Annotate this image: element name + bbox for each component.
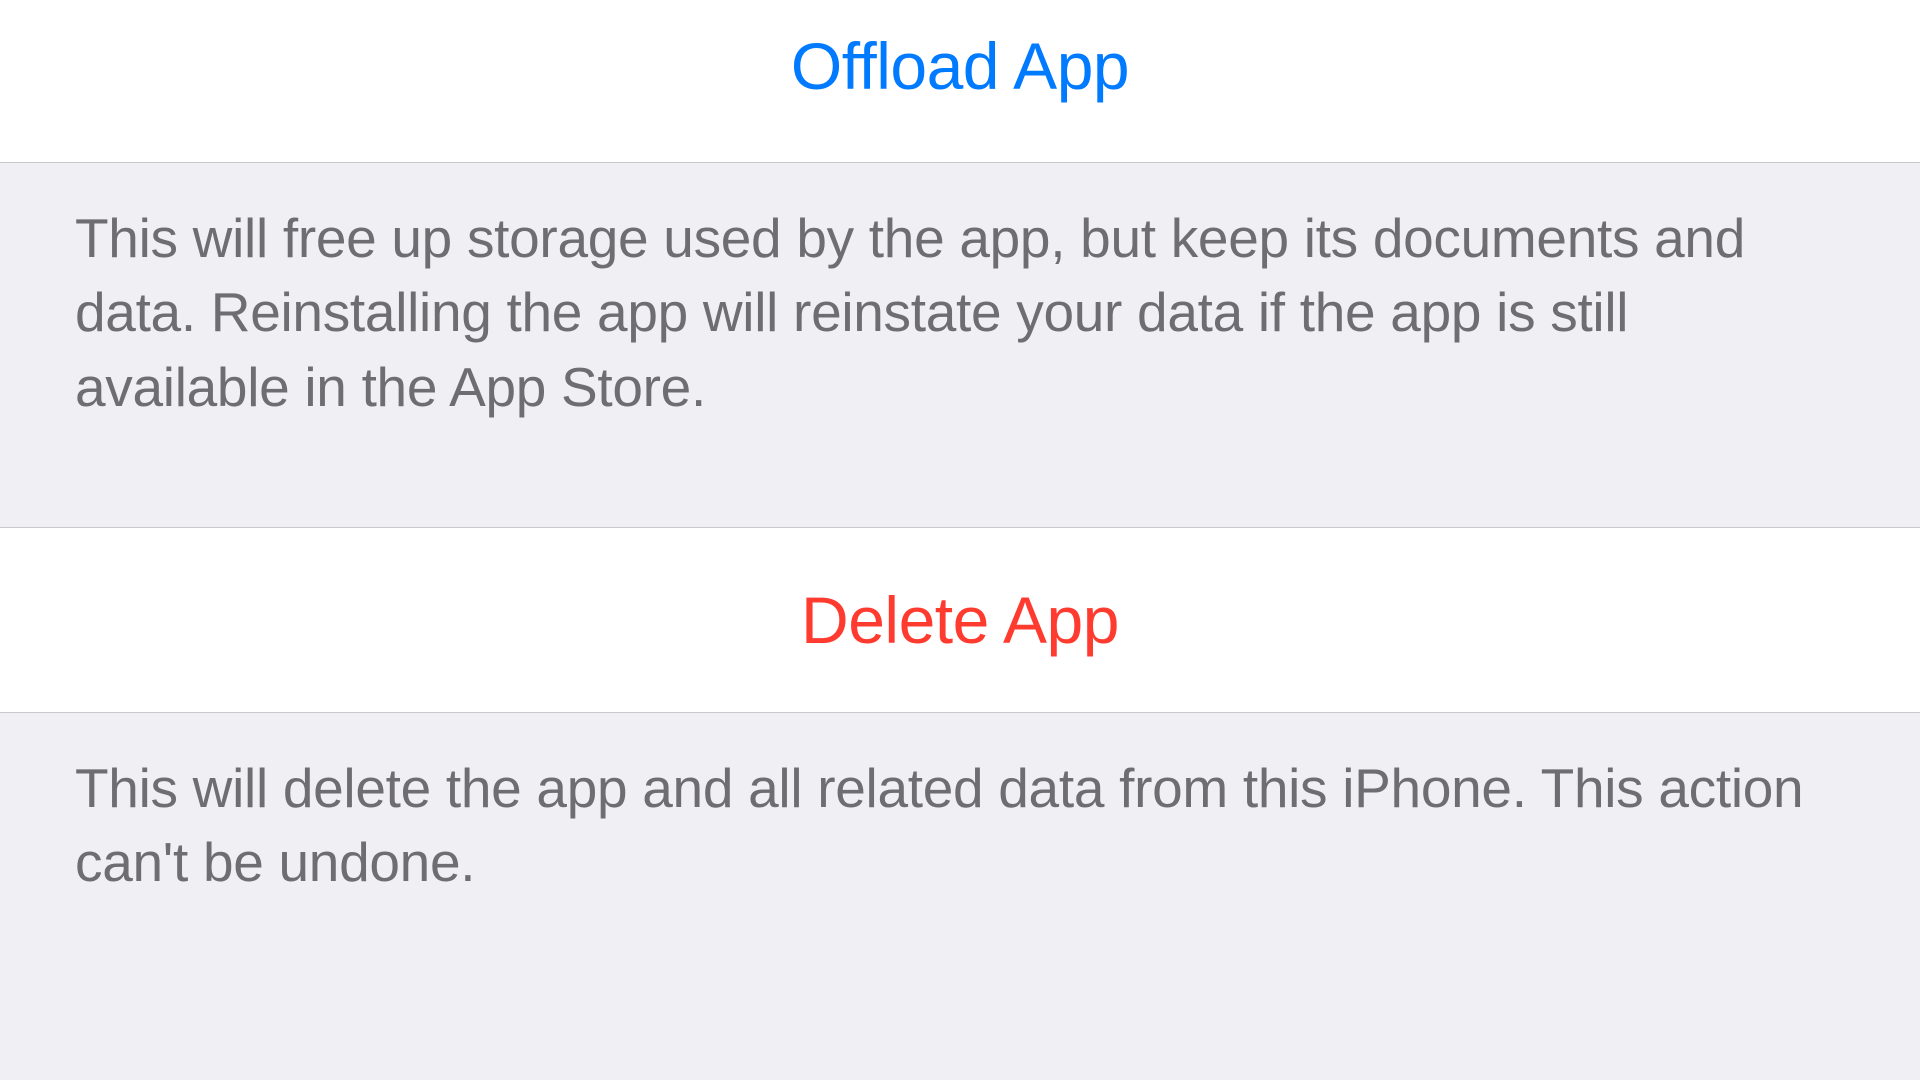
section-spacer xyxy=(0,462,1920,527)
delete-description: This will delete the app and all related… xyxy=(0,713,1920,938)
delete-app-button[interactable]: Delete App xyxy=(0,527,1920,713)
offload-app-button[interactable]: Offload App xyxy=(0,0,1920,163)
app-storage-settings: Offload App This will free up storage us… xyxy=(0,0,1920,937)
offload-description: This will free up storage used by the ap… xyxy=(0,163,1920,462)
